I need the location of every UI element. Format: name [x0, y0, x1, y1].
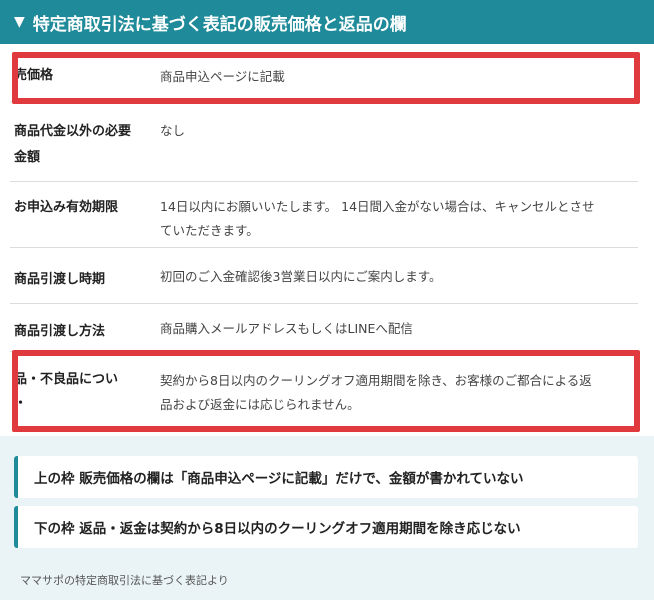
- row-label: 品・不良品につい: [14, 372, 119, 387]
- row-value-cont: 品および返金には応じられません。: [160, 397, 360, 412]
- row-label: 商品引渡し方法: [14, 324, 106, 339]
- table-row-validity: お申込み有効期限 14日以内にお願いいたします。 14日間入金がない場合は、キャ…: [10, 182, 638, 248]
- collapse-triangle-icon: ▼: [14, 14, 25, 30]
- row-value: 商品申込ページに記載: [160, 69, 285, 84]
- note-top-box: 上の枠 販売価格の欄は「商品申込ページに記載」だけで、金額が書かれていない: [14, 456, 638, 498]
- row-label-cont: ・: [14, 396, 28, 411]
- row-value: 契約から8日以内のクーリングオフ適用期間を除き、お客様のご都合による返: [160, 373, 592, 388]
- row-value: 初回のご入金確認後3営業日以内にご案内します。: [160, 269, 442, 284]
- table-row-delivery-time: 商品引渡し時期 初回のご入金確認後3営業日以内にご案内します。: [10, 248, 638, 304]
- table-row-other-costs: 商品代金以外の必要 金額 なし: [10, 102, 638, 182]
- row-label-cont: 金額: [14, 150, 41, 165]
- row-value: 商品購入メールアドレスもしくはLINEへ配信: [160, 321, 413, 336]
- source-caption: ママサポの特定商取引法に基づく表記より: [20, 574, 229, 587]
- row-value: 14日以内にお願いいたします。 14日間入金がない場合は、キャンセルとさせ: [160, 199, 595, 214]
- row-label: お申込み有効期限: [14, 200, 119, 215]
- legal-notice-table: 売価格 商品申込ページに記載 商品代金以外の必要 金額 なし お申込み有効期限 …: [0, 44, 654, 436]
- row-value-cont: ていただきます。: [160, 223, 259, 238]
- row-label: 商品代金以外の必要: [14, 124, 132, 139]
- row-label: 商品引渡し時期: [14, 272, 106, 287]
- table-row-price: 売価格 商品申込ページに記載: [10, 52, 638, 102]
- row-label: 売価格: [14, 68, 54, 83]
- note-bottom-box: 下の枠 返品・返金は契約から8日以内のクーリングオフ適用期間を除き応じない: [14, 506, 638, 548]
- section-title: 特定商取引法に基づく表記の販売価格と返品の欄: [32, 14, 407, 35]
- table-row-returns: 品・不良品につい ・ 契約から8日以内のクーリングオフ適用期間を除き、お客様のご…: [10, 352, 638, 428]
- annotation-panel: 上の枠 販売価格の欄は「商品申込ページに記載」だけで、金額が書かれていない 下の…: [0, 436, 654, 600]
- row-value: なし: [160, 123, 186, 138]
- table-row-delivery-method: 商品引渡し方法 商品購入メールアドレスもしくはLINEへ配信: [10, 304, 638, 352]
- section-header[interactable]: ▼ 特定商取引法に基づく表記の販売価格と返品の欄: [0, 0, 654, 44]
